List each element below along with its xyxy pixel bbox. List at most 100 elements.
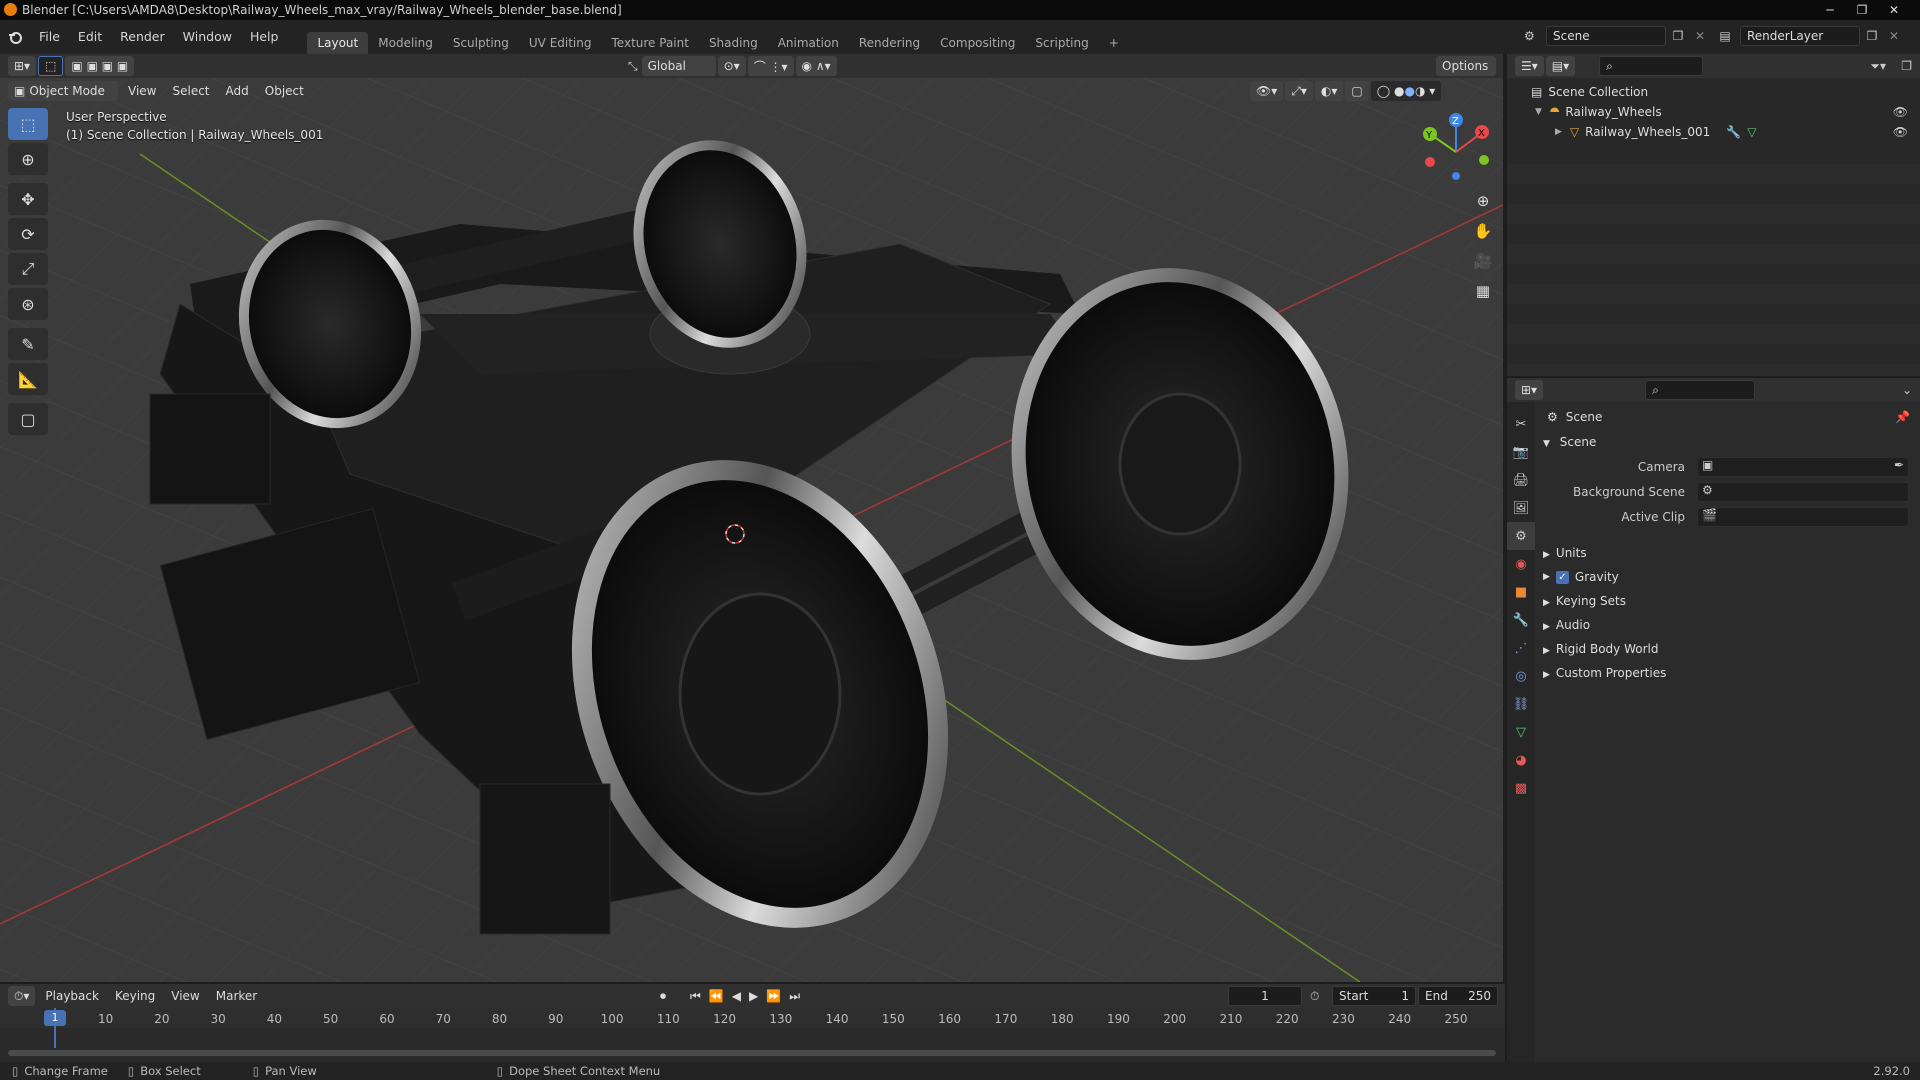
- tab-shading[interactable]: Shading: [699, 32, 768, 54]
- menu-window[interactable]: Window: [174, 20, 241, 54]
- select-mode-icons[interactable]: ▣ ▣ ▣ ▣: [65, 56, 135, 76]
- section-gravity[interactable]: ▶ ✓ Gravity: [1543, 570, 1619, 584]
- tab-texture-paint[interactable]: Texture Paint: [602, 32, 699, 54]
- play-icon[interactable]: ▶: [749, 989, 758, 1003]
- view-layer-tab-icon[interactable]: 🖼: [1507, 494, 1535, 522]
- start-frame-field[interactable]: Start 1: [1332, 986, 1416, 1006]
- zoom-icon[interactable]: ⊕: [1468, 192, 1498, 222]
- overlay-toggle-icon[interactable]: ◐▾: [1314, 81, 1344, 101]
- section-audio[interactable]: ▶ Audio: [1543, 618, 1590, 632]
- rotate-tool-icon[interactable]: ⟳: [8, 218, 48, 250]
- outliner-row-scene-collection[interactable]: ▤ Scene Collection: [1507, 82, 1920, 102]
- menu-playback[interactable]: Playback: [37, 989, 107, 1003]
- menu-object[interactable]: Object: [257, 84, 312, 98]
- outliner-row-object[interactable]: ▶ ▽ Railway_Wheels_001 🔧 ▽ 👁: [1507, 122, 1920, 142]
- delete-scene-icon[interactable]: ✕: [1690, 29, 1710, 43]
- timeline-editor-type-icon[interactable]: ⏱▾: [8, 986, 36, 1006]
- record-icon[interactable]: ⏺: [660, 989, 666, 1004]
- object-mode-dropdown[interactable]: ▣ Object Mode: [8, 81, 118, 101]
- visibility-eye-icon[interactable]: 👁: [1893, 125, 1908, 139]
- annotate-tool-icon[interactable]: ✎: [8, 328, 48, 360]
- outliner-editor-type-icon[interactable]: ☰▾: [1515, 56, 1544, 76]
- menu-help[interactable]: Help: [241, 20, 288, 54]
- modifier-wrench-icon[interactable]: 🔧: [1726, 125, 1741, 139]
- pan-hand-icon[interactable]: ✋: [1468, 222, 1498, 252]
- active-clip-field[interactable]: 🎬: [1697, 507, 1909, 527]
- material-tab-icon[interactable]: ◕: [1507, 746, 1535, 774]
- end-frame-field[interactable]: End 250: [1418, 986, 1498, 1006]
- particles-tab-icon[interactable]: ⋰: [1507, 634, 1535, 662]
- outliner-search-input[interactable]: ⌕: [1599, 56, 1704, 76]
- playhead-frame-badge[interactable]: 1: [44, 1010, 66, 1026]
- display-mode-icon[interactable]: ▤▾: [1545, 56, 1576, 76]
- eyedropper-icon[interactable]: ✒: [1894, 458, 1904, 472]
- view-layer-selector[interactable]: RenderLayer: [1740, 26, 1860, 46]
- tool-tab-icon[interactable]: ✂: [1507, 410, 1535, 438]
- shading-modes-icon[interactable]: ◯ ● ● ◑ ▾: [1370, 81, 1442, 101]
- scale-tool-icon[interactable]: ⤢: [8, 253, 48, 285]
- menu-file[interactable]: File: [30, 20, 69, 54]
- menu-view[interactable]: View: [120, 84, 164, 98]
- menu-render[interactable]: Render: [111, 20, 174, 54]
- section-keying-sets[interactable]: ▶ Keying Sets: [1543, 594, 1626, 608]
- constraints-tab-icon[interactable]: ⛓: [1507, 690, 1535, 718]
- world-tab-icon[interactable]: ◉: [1507, 550, 1535, 578]
- next-keyframe-icon[interactable]: ⏩: [766, 989, 781, 1003]
- properties-editor-type-icon[interactable]: ⊞▾: [1515, 380, 1544, 400]
- menu-select[interactable]: Select: [164, 84, 217, 98]
- tab-animation[interactable]: Animation: [768, 32, 849, 54]
- select-tool-icon[interactable]: ⬚: [38, 56, 64, 76]
- properties-options-icon[interactable]: ⌄: [1902, 383, 1912, 397]
- jump-end-icon[interactable]: ⏭: [789, 989, 800, 1004]
- prev-keyframe-icon[interactable]: ⏪: [709, 989, 724, 1003]
- tab-rendering[interactable]: Rendering: [849, 32, 930, 54]
- current-frame-field[interactable]: 1: [1228, 986, 1302, 1006]
- scene-tab-icon[interactable]: ⚙: [1507, 522, 1535, 550]
- select-box-tool-icon[interactable]: ⬚: [8, 108, 48, 140]
- data-tab-icon[interactable]: ▽: [1507, 718, 1535, 746]
- section-custom-properties[interactable]: ▶ Custom Properties: [1543, 666, 1666, 680]
- tab-modeling[interactable]: Modeling: [368, 32, 443, 54]
- perspective-grid-icon[interactable]: ▦: [1468, 282, 1498, 312]
- scene-selector[interactable]: Scene: [1546, 26, 1666, 46]
- delete-view-layer-icon[interactable]: ✕: [1884, 29, 1904, 43]
- object-tab-icon[interactable]: ■: [1507, 578, 1535, 606]
- expand-arrow-icon[interactable]: ▼: [1535, 107, 1542, 117]
- menu-timeline-view[interactable]: View: [163, 989, 207, 1003]
- modifiers-tab-icon[interactable]: 🔧: [1507, 606, 1535, 634]
- snap-icon[interactable]: ⌒ ⋮▾: [747, 56, 794, 76]
- pivot-icon[interactable]: ⊙▾: [717, 56, 746, 76]
- timeline-scrollbar[interactable]: [8, 1050, 1496, 1056]
- transform-orientation[interactable]: ⤡ Global ⊙▾ ⌒ ⋮▾ ◉ ∧▾: [628, 56, 839, 76]
- camera-view-icon[interactable]: 🎥: [1468, 252, 1498, 282]
- tab-layout[interactable]: Layout: [307, 32, 369, 54]
- navigation-gizmo[interactable]: Z Y X: [1416, 112, 1496, 192]
- preview-range-icon[interactable]: ⏱: [1310, 989, 1319, 1004]
- tab-sculpting[interactable]: Sculpting: [443, 32, 519, 54]
- visibility-eye-icon[interactable]: 👁: [1893, 105, 1908, 119]
- close-button[interactable]: ✕: [1880, 0, 1908, 20]
- tab-scripting[interactable]: Scripting: [1025, 32, 1098, 54]
- texture-tab-icon[interactable]: ▩: [1507, 774, 1535, 802]
- filter-icon[interactable]: ⏷▾: [1870, 59, 1886, 74]
- gravity-checkbox[interactable]: ✓: [1555, 570, 1569, 584]
- render-tab-icon[interactable]: 📷: [1507, 438, 1535, 466]
- new-scene-icon[interactable]: ❐: [1666, 29, 1690, 43]
- visibility-icon[interactable]: 👁▾: [1250, 81, 1284, 101]
- background-scene-field[interactable]: ⚙: [1697, 482, 1909, 502]
- outliner-row-collection[interactable]: ▼ ⯊ Railway_Wheels 👁: [1507, 102, 1920, 122]
- mesh-data-icon[interactable]: ▽: [1747, 125, 1756, 139]
- play-reverse-icon[interactable]: ◀: [732, 989, 741, 1003]
- menu-edit[interactable]: Edit: [69, 20, 111, 54]
- frame-ruler[interactable]: 10 20 30 40 50 60 70 80 90 100 110 120 130 140 150 160 1…: [0, 1008, 1505, 1028]
- camera-field[interactable]: ▣ ✒: [1697, 457, 1909, 477]
- gizmo-toggle-icon[interactable]: ⤢▾: [1285, 81, 1313, 101]
- orientation-dropdown[interactable]: Global: [641, 56, 716, 76]
- add-cube-tool-icon[interactable]: ▢: [8, 403, 48, 435]
- menu-marker[interactable]: Marker: [208, 989, 265, 1003]
- options-dropdown[interactable]: Options: [1436, 56, 1496, 76]
- new-collection-icon[interactable]: ❐: [1901, 59, 1912, 73]
- scene-panel-header[interactable]: ▼ Scene: [1543, 435, 1596, 449]
- 3d-viewport[interactable]: ⊞▾ ⬚ ▣ ▣ ▣ ▣ ⤡ Global ⊙▾ ⌒ ⋮▾ ◉ ∧▾ Optio…: [0, 54, 1505, 982]
- add-workspace-button[interactable]: +: [1099, 32, 1129, 54]
